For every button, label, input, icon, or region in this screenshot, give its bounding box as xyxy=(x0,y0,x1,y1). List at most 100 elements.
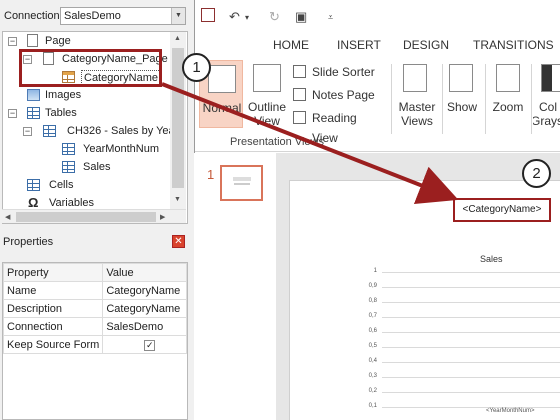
image-icon xyxy=(27,89,40,101)
property-value[interactable]: CategoryName xyxy=(102,281,187,300)
chevron-down-icon[interactable]: ▼ xyxy=(171,8,185,24)
properties-header: Properties xyxy=(0,232,193,252)
y-tick-label: 0,4 xyxy=(368,358,377,364)
start-slideshow-icon[interactable]: ▣ xyxy=(295,9,307,25)
gridline xyxy=(382,362,560,363)
show-icon xyxy=(449,64,473,92)
scroll-right-icon[interactable]: ▶ xyxy=(160,213,165,221)
collapse-icon[interactable]: − xyxy=(8,109,17,118)
collapse-icon[interactable]: − xyxy=(23,127,32,136)
y-tick-label: 0,6 xyxy=(368,328,377,334)
slide-thumbnail[interactable] xyxy=(220,165,263,201)
tree-item-sales[interactable]: Sales xyxy=(5,159,175,176)
master-views-label: Master xyxy=(398,100,436,114)
gridline xyxy=(382,377,560,378)
zoom-icon xyxy=(496,64,520,92)
presentation-views-group-label: Presentation Views xyxy=(230,136,324,148)
omega-icon: Ω xyxy=(28,195,39,210)
scroll-left-icon[interactable]: ◀ xyxy=(5,213,10,221)
color-label-2: Grays xyxy=(533,114,560,128)
ribbon-separator xyxy=(391,64,392,134)
gridline xyxy=(382,287,560,288)
y-tick-label: 1 xyxy=(373,268,377,274)
y-tick-label: 0,3 xyxy=(368,373,377,379)
tab-transitions[interactable]: TRANSITIONS xyxy=(473,38,554,52)
y-tick-label: 0,2 xyxy=(368,388,377,394)
connection-value: SalesDemo xyxy=(64,10,121,22)
scroll-thumb[interactable] xyxy=(16,212,156,222)
connection-label: Connection xyxy=(4,10,60,22)
reading-view-button[interactable]: Reading View xyxy=(293,108,385,145)
tree-item-label: Images xyxy=(45,89,82,101)
show-label: Show xyxy=(446,100,478,114)
callout-1: 1 xyxy=(182,53,211,82)
ribbon-separator xyxy=(531,64,532,134)
table-row[interactable]: Connection SalesDemo xyxy=(2,317,187,336)
redo-icon[interactable]: ↻ xyxy=(269,9,280,25)
tree-item-label: Page xyxy=(45,35,71,47)
tab-home[interactable]: HOME xyxy=(273,38,309,52)
notes-page-button[interactable]: Notes Page xyxy=(293,85,385,105)
tree-item-images[interactable]: Images xyxy=(5,87,165,104)
tree-item-label: Cells xyxy=(49,179,74,191)
gridline xyxy=(382,272,560,273)
tab-design[interactable]: DESIGN xyxy=(403,38,449,52)
keep-source-format-checkbox[interactable]: ✓ xyxy=(144,339,156,351)
tree-item-page[interactable]: − Page xyxy=(5,33,165,50)
outline-view-label-2: View xyxy=(254,114,280,128)
table-row[interactable]: Description CategoryName xyxy=(2,299,187,318)
gridline xyxy=(382,347,560,348)
gridline xyxy=(382,332,560,333)
gridline xyxy=(382,302,560,303)
tree-item-tables[interactable]: − Tables xyxy=(5,105,165,122)
tree-item-label: Tables xyxy=(45,107,77,119)
color-icon xyxy=(541,64,560,92)
slide-sorter-button[interactable]: Slide Sorter xyxy=(293,62,385,82)
page-icon xyxy=(27,34,38,47)
property-name: Keep Source Form xyxy=(2,335,104,354)
master-views-button[interactable]: Master Views xyxy=(394,60,440,128)
undo-dropdown-icon[interactable]: ▾ xyxy=(245,13,249,22)
undo-icon[interactable]: ↶ xyxy=(229,9,240,25)
tree-item-cells[interactable]: Cells xyxy=(5,177,165,194)
zoom-button[interactable]: Zoom xyxy=(488,60,528,128)
slide-number: 1 xyxy=(207,167,215,182)
table-row[interactable]: Name CategoryName xyxy=(2,281,187,300)
categoryname-placeholder[interactable]: <CategoryName> xyxy=(453,198,551,222)
tree-horizontal-scrollbar[interactable]: ◀ ▶ xyxy=(2,209,186,223)
outline-view-button[interactable]: Outline View xyxy=(245,60,289,128)
color-grayscale-button[interactable]: Col Grays xyxy=(533,60,560,128)
collapse-icon[interactable]: − xyxy=(8,37,17,46)
master-views-label-2: Views xyxy=(401,114,433,128)
connection-select[interactable]: SalesDemo ▼ xyxy=(60,7,186,25)
slide-sorter-label: Slide Sorter xyxy=(312,65,375,79)
property-name: Name xyxy=(2,281,104,300)
y-tick-label: 0,7 xyxy=(368,313,377,319)
properties-grid: Property Value Name CategoryName Descrip… xyxy=(2,262,188,420)
tree-item-ch326[interactable]: − CH326 - Sales by Year xyxy=(5,123,178,140)
property-value[interactable]: SalesDemo xyxy=(102,317,187,336)
ribbon-separator xyxy=(442,64,443,134)
table-header-row: Property Value xyxy=(2,263,187,282)
gridline xyxy=(382,392,560,393)
tab-insert[interactable]: INSERT xyxy=(337,38,381,52)
property-value[interactable]: ✓ xyxy=(102,335,187,354)
table-row[interactable]: Keep Source Form ✓ xyxy=(2,335,187,354)
customize-toolbar-icon[interactable]: ⩡ xyxy=(328,12,333,23)
notes-page-label: Notes Page xyxy=(312,88,375,102)
property-value[interactable]: CategoryName xyxy=(102,299,187,318)
master-views-icon xyxy=(403,64,427,92)
scroll-down-icon[interactable]: ▼ xyxy=(174,196,181,203)
outline-view-icon xyxy=(253,64,281,92)
close-icon[interactable]: ✕ xyxy=(172,235,185,248)
property-name: Connection xyxy=(2,317,104,336)
scroll-up-icon[interactable]: ▲ xyxy=(174,35,181,42)
show-button[interactable]: Show xyxy=(444,60,480,128)
callout-2: 2 xyxy=(522,159,551,188)
y-tick-label: 0,5 xyxy=(368,343,377,349)
gridline xyxy=(382,317,560,318)
save-icon[interactable] xyxy=(201,8,215,22)
y-tick-label: 0,1 xyxy=(368,403,377,409)
tree-item-yearmonthnum[interactable]: YearMonthNum xyxy=(5,141,175,158)
notes-page-icon xyxy=(293,88,306,101)
